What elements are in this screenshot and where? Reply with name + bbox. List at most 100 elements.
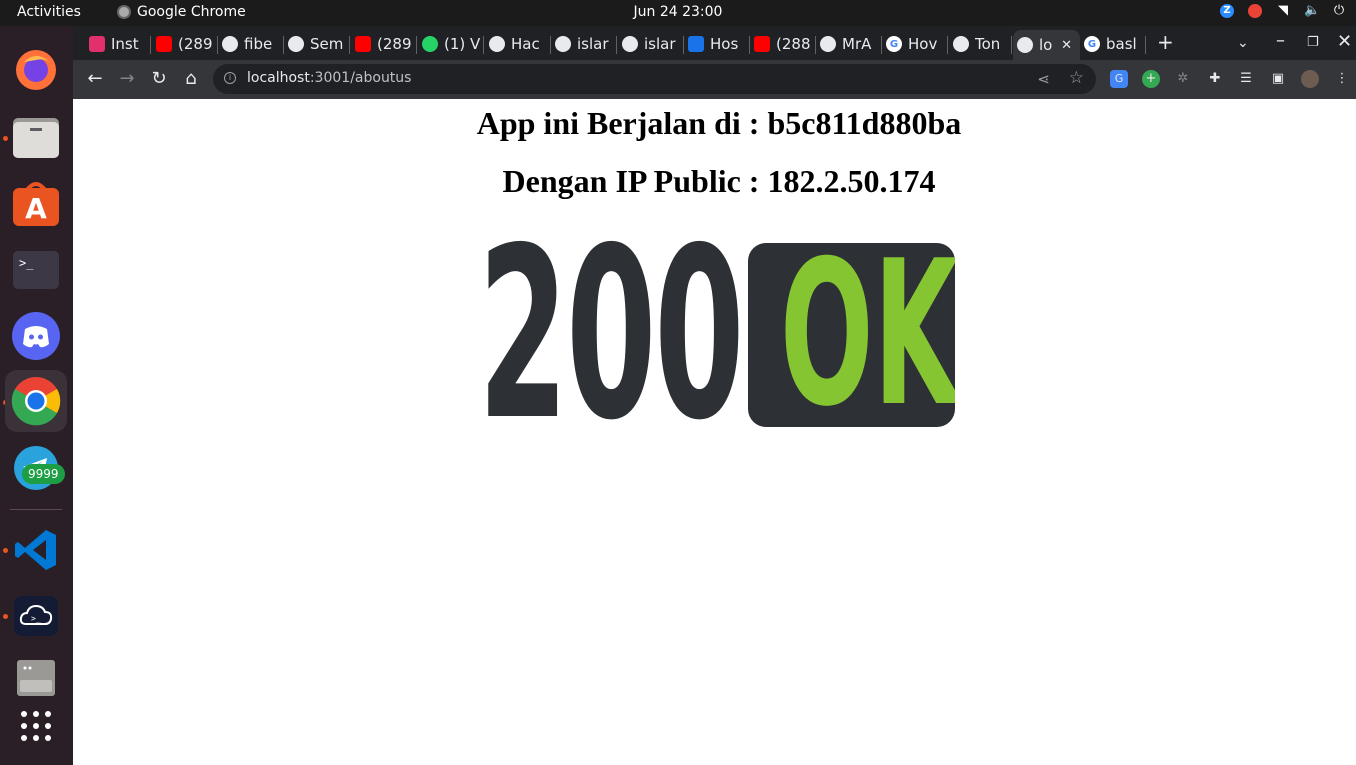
google-icon: G [886, 36, 902, 52]
url-text[interactable]: localhost:3001/aboutus [247, 70, 411, 86]
files-icon[interactable] [12, 114, 60, 162]
system-top-bar: Activities Google Chrome Jun 24 23:00 Z … [0, 0, 1356, 26]
new-tab-button[interactable]: + [1157, 30, 1174, 54]
firefox-icon[interactable] [12, 46, 60, 94]
tab-label: fibe [244, 35, 273, 53]
profile-avatar[interactable] [1301, 70, 1319, 88]
browser-tab[interactable]: Inst [85, 30, 151, 58]
home-button[interactable]: ⌂ [181, 69, 201, 89]
browser-tab[interactable]: (289 [152, 30, 218, 58]
telegram-unread-badge: 9999 [22, 464, 65, 484]
browser-tab[interactable]: Gbasl [1080, 30, 1146, 58]
dock-separator [10, 509, 62, 510]
chrome-menu-icon[interactable]: ⋮ [1333, 70, 1351, 88]
add-extension-icon[interactable]: + [1142, 70, 1160, 88]
site-info-icon[interactable]: i [224, 72, 236, 84]
dock: A >_ 9999 >_ [0, 26, 73, 765]
tab-label: Sem [310, 35, 344, 53]
side-panel-icon[interactable]: ▣ [1269, 70, 1287, 88]
app-center-icon[interactable]: A [12, 180, 60, 228]
instagram-icon [89, 36, 105, 52]
whatsapp-icon [422, 36, 438, 52]
vscode-icon[interactable] [12, 526, 60, 574]
zoom-icon[interactable]: Z [1220, 4, 1234, 18]
hosting-icon [688, 36, 704, 52]
url-path: :3001/aboutus [309, 70, 412, 86]
tab-separator [416, 36, 417, 54]
terminal-icon[interactable]: >_ [12, 246, 60, 294]
tab-label: (289 [377, 35, 412, 53]
browser-tab[interactable]: Sem [284, 30, 350, 58]
activities-button[interactable]: Activities [17, 4, 81, 20]
browser-tab[interactable]: (289 [351, 30, 417, 58]
svg-text:>_: >_ [19, 256, 34, 270]
tab-label: lo [1039, 36, 1053, 54]
google-icon: G [1084, 36, 1100, 52]
wifi-icon[interactable]: ◥ [1276, 4, 1290, 18]
browser-tab[interactable]: islar [618, 30, 684, 58]
share-icon[interactable]: ⋖ [1037, 70, 1050, 88]
tab-label: Ton [975, 35, 1001, 53]
youtube-icon [156, 36, 172, 52]
tab-label: Hos [710, 35, 739, 53]
volume-icon[interactable]: 🔈 [1304, 4, 1320, 18]
tab-label: islar [644, 35, 676, 53]
svg-text:>_: >_ [31, 614, 41, 623]
chrome-mini-icon [117, 5, 131, 19]
running-indicator [3, 614, 8, 619]
github-icon [622, 36, 638, 52]
disks-icon[interactable] [12, 654, 60, 702]
media-control-icon[interactable]: ☰ [1237, 70, 1255, 88]
youtube-icon [355, 36, 371, 52]
browser-tab[interactable]: (288 [750, 30, 816, 58]
close-window-button[interactable]: ✕ [1337, 31, 1352, 52]
browser-tab[interactable]: (1) V [418, 30, 484, 58]
system-tray[interactable]: Z ◥ 🔈 ⏻ [1220, 4, 1346, 18]
browser-tab[interactable]: G Hov [882, 30, 948, 58]
page-content: App ini Berjalan di : b5c811d880ba Denga… [73, 99, 1356, 765]
running-indicator [3, 136, 8, 141]
address-bar[interactable]: i localhost:3001/aboutus ⋖ ☆ [213, 64, 1096, 94]
browser-tab[interactable]: Hos [684, 30, 750, 58]
running-indicator [3, 548, 8, 553]
tab-separator [150, 36, 151, 54]
close-tab-icon[interactable]: ✕ [1061, 38, 1072, 53]
chrome-icon[interactable] [5, 370, 67, 432]
app-menu[interactable]: Google Chrome [117, 4, 246, 20]
power-icon[interactable]: ⏻ [1332, 4, 1346, 18]
github-icon [820, 36, 836, 52]
forward-button[interactable]: → [117, 69, 137, 89]
extensions-icon[interactable]: ✚ [1206, 70, 1224, 88]
browser-tab[interactable]: fibe [218, 30, 284, 58]
status-text: OK [780, 243, 955, 427]
browser-tab[interactable]: Ton [949, 30, 1012, 58]
globe-icon [1017, 37, 1033, 53]
minimize-button[interactable]: – [1276, 30, 1285, 51]
discord-icon[interactable] [12, 312, 60, 360]
tab-label: MrA [842, 35, 872, 53]
reload-button[interactable]: ↻ [149, 69, 169, 89]
show-apps-icon[interactable] [12, 702, 60, 750]
restore-button[interactable]: ❐ [1307, 35, 1319, 50]
status-200-ok-image: 200 OK [478, 197, 956, 472]
browser-tab[interactable]: MrA [816, 30, 882, 58]
browser-tab[interactable]: islar [551, 30, 617, 58]
extension-puzzle-grey-icon[interactable]: ✲ [1174, 70, 1192, 88]
translate-extension-icon[interactable]: G [1110, 70, 1128, 88]
tab-search-icon[interactable]: ⌄ [1237, 35, 1249, 51]
tab-strip: Inst (289 fibe Sem (289 (1) V Hac islar islar Hos… [73, 26, 1356, 60]
tab-separator [947, 36, 948, 54]
host-heading: App ini Berjalan di : b5c811d880ba [476, 105, 962, 141]
chrome-tray-icon[interactable] [1248, 4, 1262, 18]
status-code: 200 [478, 197, 745, 472]
ok-box: OK [748, 243, 955, 427]
url-host: localhost [247, 70, 310, 86]
cloud-shell-icon[interactable]: >_ [12, 592, 60, 640]
bookmark-star-icon[interactable]: ☆ [1069, 68, 1084, 88]
tab-separator [349, 36, 350, 54]
tab-label: Inst [111, 35, 139, 53]
github-icon [953, 36, 969, 52]
back-button[interactable]: ← [85, 69, 105, 89]
browser-tab[interactable]: Hac [485, 30, 551, 58]
browser-tab[interactable]: lo ✕ [1013, 30, 1080, 60]
